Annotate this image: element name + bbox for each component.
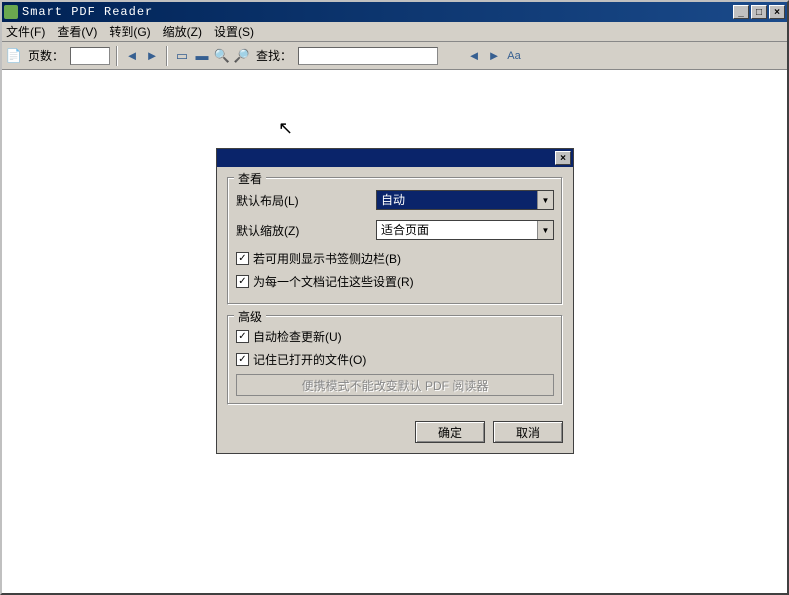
dialog-titlebar: × (217, 149, 573, 167)
nav-forward-icon[interactable]: ► (144, 48, 160, 64)
groupbox-view-legend: 查看 (234, 170, 266, 187)
default-layout-label: 默认布局(L) (236, 192, 376, 209)
menu-file[interactable]: 文件(F) (6, 23, 45, 40)
show-bookmarks-label: 若可用则显示书签侧边栏(B) (253, 250, 401, 267)
find-input[interactable] (298, 47, 438, 65)
auto-update-label: 自动检查更新(U) (253, 328, 342, 345)
menu-view[interactable]: 查看(V) (57, 23, 97, 40)
dialog-close-button[interactable]: × (555, 151, 571, 165)
minimize-button[interactable]: _ (733, 5, 749, 19)
find-next-icon[interactable]: ► (486, 48, 502, 64)
maximize-button[interactable]: □ (751, 5, 767, 19)
pages-label: 页数： (28, 47, 64, 64)
row-show-bookmarks: ✓ 若可用则显示书签侧边栏(B) (236, 250, 554, 267)
auto-update-checkbox[interactable]: ✓ (236, 330, 249, 343)
settings-dialog: × 查看 默认布局(L) 自动 ▼ 默认缩放(Z) 适合页面 ▼ ✓ (216, 148, 574, 454)
default-zoom-combo[interactable]: 适合页面 ▼ (376, 220, 554, 240)
dialog-body: 查看 默认布局(L) 自动 ▼ 默认缩放(Z) 适合页面 ▼ ✓ 若可用则显示书… (217, 167, 573, 453)
menu-zoom[interactable]: 缩放(Z) (163, 23, 202, 40)
chevron-down-icon: ▼ (537, 221, 553, 239)
close-button[interactable]: × (769, 5, 785, 19)
remember-per-doc-label: 为每一个文档记住这些设置(R) (253, 273, 414, 290)
find-prev-icon[interactable]: ◄ (466, 48, 482, 64)
remember-opened-label: 记住已打开的文件(O) (253, 351, 366, 368)
find-label: 查找： (256, 47, 292, 64)
open-icon[interactable]: 📄 (6, 48, 22, 64)
row-remember-opened: ✓ 记住已打开的文件(O) (236, 351, 554, 368)
row-default-layout: 默认布局(L) 自动 ▼ (236, 190, 554, 210)
row-auto-update: ✓ 自动检查更新(U) (236, 328, 554, 345)
default-layout-value: 自动 (377, 191, 537, 209)
dialog-buttons: 确定 取消 (227, 415, 563, 443)
fit-width-icon[interactable]: ▭ (174, 48, 190, 64)
groupbox-view: 查看 默认布局(L) 自动 ▼ 默认缩放(Z) 适合页面 ▼ ✓ 若可用则显示书… (227, 177, 563, 305)
toolbar: 📄 页数： ◄ ► ▭ ▬ 🔍 🔎 查找： ◄ ► Aa (2, 42, 787, 70)
groupbox-advanced: 高级 ✓ 自动检查更新(U) ✓ 记住已打开的文件(O) 便携模式不能改变默认 … (227, 315, 563, 405)
default-zoom-value: 适合页面 (377, 221, 537, 239)
show-bookmarks-checkbox[interactable]: ✓ (236, 252, 249, 265)
zoom-in-icon[interactable]: 🔍 (214, 48, 230, 64)
toolbar-separator (116, 46, 118, 66)
default-layout-combo[interactable]: 自动 ▼ (376, 190, 554, 210)
titlebar: Smart PDF Reader _ □ × (2, 2, 787, 22)
menu-settings[interactable]: 设置(S) (214, 23, 254, 40)
app-icon (4, 5, 18, 19)
row-default-zoom: 默认缩放(Z) 适合页面 ▼ (236, 220, 554, 240)
remember-opened-checkbox[interactable]: ✓ (236, 353, 249, 366)
window-title: Smart PDF Reader (22, 5, 731, 19)
remember-per-doc-checkbox[interactable]: ✓ (236, 275, 249, 288)
row-remember-per-doc: ✓ 为每一个文档记住这些设置(R) (236, 273, 554, 290)
zoom-out-icon[interactable]: 🔎 (234, 48, 250, 64)
ok-button[interactable]: 确定 (415, 421, 485, 443)
default-zoom-label: 默认缩放(Z) (236, 222, 376, 239)
chevron-down-icon: ▼ (537, 191, 553, 209)
nav-back-icon[interactable]: ◄ (124, 48, 140, 64)
menu-goto[interactable]: 转到(G) (109, 23, 150, 40)
cancel-button[interactable]: 取消 (493, 421, 563, 443)
menubar: 文件(F) 查看(V) 转到(G) 缩放(Z) 设置(S) (2, 22, 787, 42)
groupbox-advanced-legend: 高级 (234, 308, 266, 325)
portable-mode-note: 便携模式不能改变默认 PDF 阅读器 (236, 374, 554, 396)
page-input[interactable] (70, 47, 110, 65)
match-case-icon[interactable]: Aa (506, 48, 522, 64)
fit-page-icon[interactable]: ▬ (194, 48, 210, 64)
toolbar-separator (166, 46, 168, 66)
